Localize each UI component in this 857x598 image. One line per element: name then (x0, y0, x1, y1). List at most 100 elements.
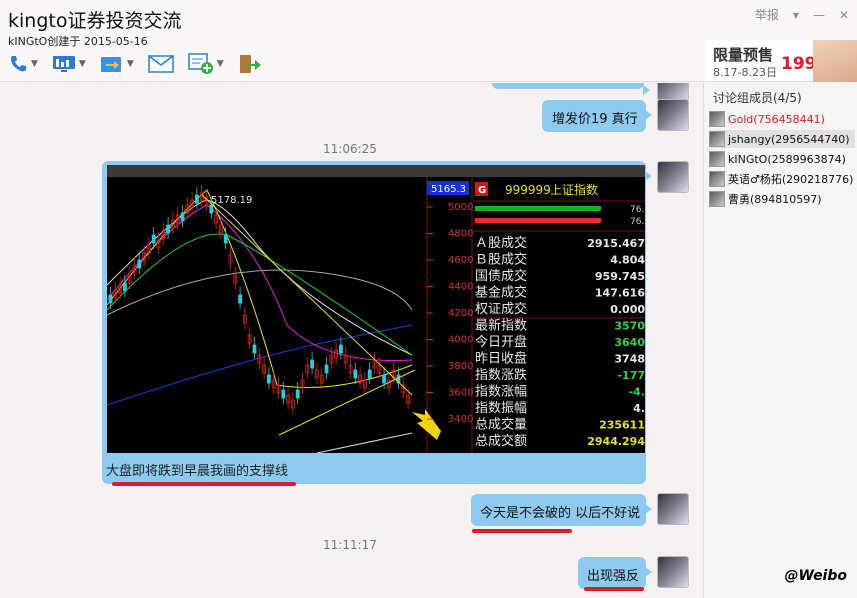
timestamp: 11:06:25 (323, 142, 377, 156)
apps-button[interactable]: ▼ (186, 52, 226, 76)
ad-date: 8.17-8.23日 (713, 66, 777, 79)
message-text: 今天是不会破的 以后不好说 (480, 506, 641, 521)
info-row-value: 4.804 (610, 254, 645, 267)
exit-group-icon (239, 55, 261, 73)
info-row-value: 3748 (614, 353, 645, 366)
caret-icon[interactable]: ▼ (127, 59, 134, 69)
chat-area[interactable]: 增发价19 真行 11:06:25 5178.19 5000 4800 4600 44… (0, 83, 704, 598)
info-row-value: 3640 (614, 336, 645, 349)
close-icon[interactable]: ✕ (839, 8, 849, 22)
message-text: 增发价19 真行 (552, 112, 638, 127)
ad-banner[interactable]: 限量预售 8.17-8.23日 199 (705, 40, 857, 82)
dropdown-icon[interactable]: ▾ (793, 8, 799, 22)
info-row-value: -4. (629, 386, 645, 399)
member-avatar-icon (709, 131, 725, 147)
file-transfer-icon (100, 57, 121, 72)
image-caption: 大盘即将跌到早晨我画的支撑线 (106, 464, 289, 479)
info-row-value: 0.000 (610, 303, 645, 316)
screen-share-icon (52, 56, 75, 72)
info-row-value: 959.745 (595, 270, 645, 283)
avatar[interactable] (657, 161, 689, 193)
mail-button[interactable] (146, 52, 176, 76)
member-avatar-icon (709, 171, 725, 187)
file-transfer-button[interactable]: ▼ (98, 52, 136, 76)
info-row-value: -177 (617, 369, 645, 382)
peak-label: 5178.19 (211, 195, 252, 206)
y-tick-label: 5000 (448, 202, 473, 213)
message-bubble-cutoff (492, 83, 650, 95)
caret-icon[interactable]: ▼ (217, 59, 224, 69)
info-row-label: 总成交量 (475, 417, 527, 433)
watermark: @Weibo (784, 568, 847, 584)
red-underline (584, 587, 644, 591)
y-tick-label: 3800 (448, 361, 473, 372)
info-row-value: 3570 (614, 320, 645, 333)
y-tick-label: 4600 (448, 255, 473, 266)
exit-group-button[interactable] (236, 52, 264, 76)
minimize-icon[interactable]: — (813, 8, 825, 22)
member-avatar-icon (709, 111, 725, 127)
info-row-label: Ｂ股成交 (475, 252, 527, 268)
add-app-icon (188, 53, 213, 74)
member-avatar-icon (709, 191, 725, 207)
bar-value-1: 76. (630, 205, 644, 215)
window-controls: 举报 ▾ — ✕ (755, 6, 849, 23)
avatar[interactable] (657, 556, 689, 588)
top-value-label: 5165.3 (431, 184, 466, 195)
y-tick-label: 3400 (448, 414, 473, 425)
y-tick-label: 3600 (448, 388, 473, 399)
y-tick-label: 4400 (448, 282, 473, 293)
info-row-label: 总成交额 (475, 433, 527, 449)
y-tick-label: 4000 (448, 335, 473, 346)
y-tick-label: 4200 (448, 308, 473, 319)
timestamp: 11:11:17 (323, 538, 377, 552)
members-title: 讨论组成员(4/5) (713, 91, 802, 105)
info-row-label: 指数涨幅 (475, 385, 527, 400)
screen-share-button[interactable]: ▼ (50, 52, 88, 76)
index-code: 999999 (505, 183, 551, 197)
member-name: 英语♂杨拓(290218776) (728, 173, 854, 186)
report-button[interactable]: 举报 (755, 6, 779, 23)
info-row-label: 指数涨跌 (475, 367, 527, 383)
info-row-label: 权证成交 (475, 301, 527, 317)
red-underline (472, 529, 572, 533)
red-underline (112, 482, 296, 486)
member-avatar-icon (709, 151, 725, 167)
g-badge: G (478, 185, 486, 196)
avatar[interactable] (657, 99, 689, 131)
info-row-value: 235611 (599, 419, 645, 432)
info-row-label: 指数振幅 (475, 401, 527, 416)
ad-title: 限量预售 (713, 46, 774, 64)
info-row-label: 今日开盘 (475, 334, 527, 350)
mail-icon (148, 55, 174, 73)
info-row-value: 147.616 (595, 287, 645, 300)
phone-icon (11, 56, 26, 72)
group-creation-info: kINGtO创建于 2015-05-16 (8, 35, 148, 48)
member-name: Gold(756458441) (728, 112, 825, 126)
message-text: 出现强反 (587, 569, 640, 584)
call-button[interactable]: ▼ (6, 52, 40, 76)
member-item[interactable]: 曹勇(894810597) (709, 190, 855, 208)
message-bubble[interactable]: 出现强反 (578, 557, 652, 589)
member-item[interactable]: 英语♂杨拓(290218776) (709, 170, 855, 188)
stock-chart-svg: 5178.19 5000 4800 4600 4400 4200 4000 3800 3600… (107, 165, 645, 453)
caret-icon[interactable]: ▼ (79, 59, 86, 69)
member-item[interactable]: Gold(756458441) (709, 110, 855, 128)
index-name: 上证指数 (550, 182, 598, 197)
info-row-label: Ａ股成交 (475, 235, 527, 251)
member-name: 曹勇(894810597) (728, 193, 822, 206)
caret-icon[interactable]: ▼ (31, 59, 38, 69)
message-bubble[interactable]: 增发价19 真行 (542, 100, 652, 132)
info-row-value: 4. (633, 402, 645, 415)
info-row-value: 2944.294 (587, 435, 645, 448)
avatar[interactable] (657, 493, 689, 525)
info-row-label: 基金成交 (475, 285, 527, 301)
stock-chart-image[interactable]: 5178.19 5000 4800 4600 4400 4200 4000 3800 3600… (107, 165, 645, 453)
info-row-label: 最新指数 (475, 318, 527, 334)
member-item[interactable]: kINGtO(2589963874) (709, 150, 855, 168)
message-bubble[interactable]: 今天是不会破的 以后不好说 (471, 494, 652, 526)
info-row-label: 国债成交 (475, 268, 527, 284)
member-item[interactable]: jshangy(2956544740) (709, 130, 855, 148)
bar-value-2: 76. (630, 217, 644, 227)
info-row-label: 昨日收盘 (475, 351, 527, 367)
